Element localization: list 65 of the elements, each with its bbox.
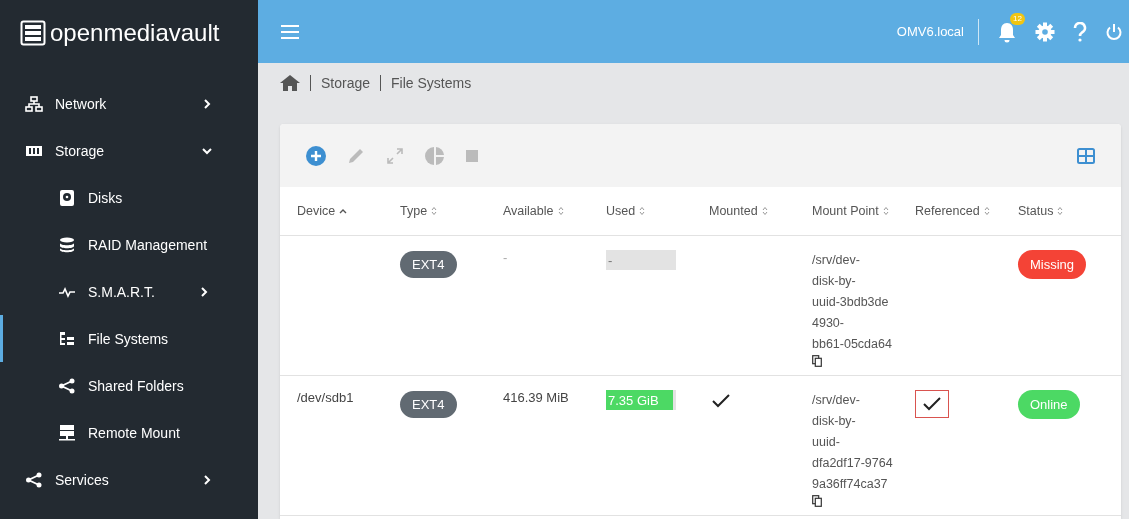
pencil-icon[interactable] [347,146,365,165]
column-header[interactable]: Status [1018,204,1121,218]
column-header[interactable]: Referenced [915,204,1018,218]
hostname: OMV6.local [896,24,964,39]
mount-point-text: dfa2df17-9764 [812,455,893,472]
home-icon[interactable] [280,75,300,91]
brand-name: openmediavault [50,19,220,47]
type-badge: EXT4 [400,251,457,278]
status-badge: Online [1018,390,1080,419]
breadcrumb-item[interactable]: Storage [321,75,371,91]
table-cell: /dev/sdb1 [297,390,354,405]
sidebar-item[interactable]: Storage [0,127,258,174]
stop-icon[interactable] [466,149,478,162]
copy-icon[interactable] [812,495,822,507]
type-badge: EXT4 [400,391,457,418]
sidebar-item[interactable]: Shared Folders [0,362,258,409]
chevron-right-icon [201,473,213,486]
power-icon[interactable] [1105,22,1123,41]
usage-text: 7.35 GiB [607,392,659,408]
raid-icon [58,236,76,253]
copy-icon[interactable] [812,355,822,367]
notification-bell-icon[interactable] [997,20,1017,43]
mount-point-text: disk-by- [812,273,856,290]
column-header[interactable]: Device [297,204,400,218]
table-cell: 416.39 MiB [503,390,569,405]
notification-badge: 12 [1010,12,1025,25]
sidebar-item[interactable]: Remote Mount [0,409,258,456]
help-icon[interactable] [1073,21,1087,42]
mount-point-text: disk-by- [812,413,856,430]
add-icon[interactable] [306,145,326,166]
status-badge: Missing [1018,250,1087,279]
usage-text: - [607,252,613,268]
table-cell: - [503,250,508,265]
column-header[interactable]: Used [606,204,709,218]
chevron-right-icon [201,97,213,110]
expand-icon[interactable] [386,146,404,165]
settings-icon[interactable] [1035,21,1055,42]
mount-point-text: /srv/dev- [812,392,860,409]
server-logo-icon [20,20,46,46]
column-header[interactable]: Available [503,204,606,218]
column-header[interactable]: Mount Point [812,204,915,218]
tree-icon [58,330,76,347]
mount-point-text: bb61-05cda64 [812,336,892,353]
sidebar-item[interactable]: Services [0,456,258,503]
share-icon [58,377,76,394]
sidebar-item[interactable]: S.M.A.R.T. [0,268,258,315]
sidebar-item[interactable]: Disks [0,174,258,221]
column-header[interactable]: Type [400,204,503,218]
pie-chart-icon[interactable] [425,145,445,166]
share-icon [25,471,43,488]
column-header[interactable]: Mounted [709,204,812,218]
mount-point-text: 4930- [812,315,844,332]
grid-view-icon[interactable] [1077,147,1095,164]
mount-point-text: 9a36ff74ca37 [812,476,888,493]
sidebar-item[interactable]: Network [0,80,258,127]
mount-point-text: /srv/dev- [812,252,860,269]
sidebar-item[interactable]: RAID Management [0,221,258,268]
mount-point-text: uuid-3bdb3de [812,294,889,311]
mount-point-text: uuid- [812,434,840,451]
menu-icon[interactable] [281,24,299,39]
chevron-right-icon [198,285,210,298]
sidebar-item[interactable]: File Systems [0,315,258,362]
network-icon [25,95,43,112]
breadcrumb-item: File Systems [391,75,472,91]
server-icon [58,424,76,441]
